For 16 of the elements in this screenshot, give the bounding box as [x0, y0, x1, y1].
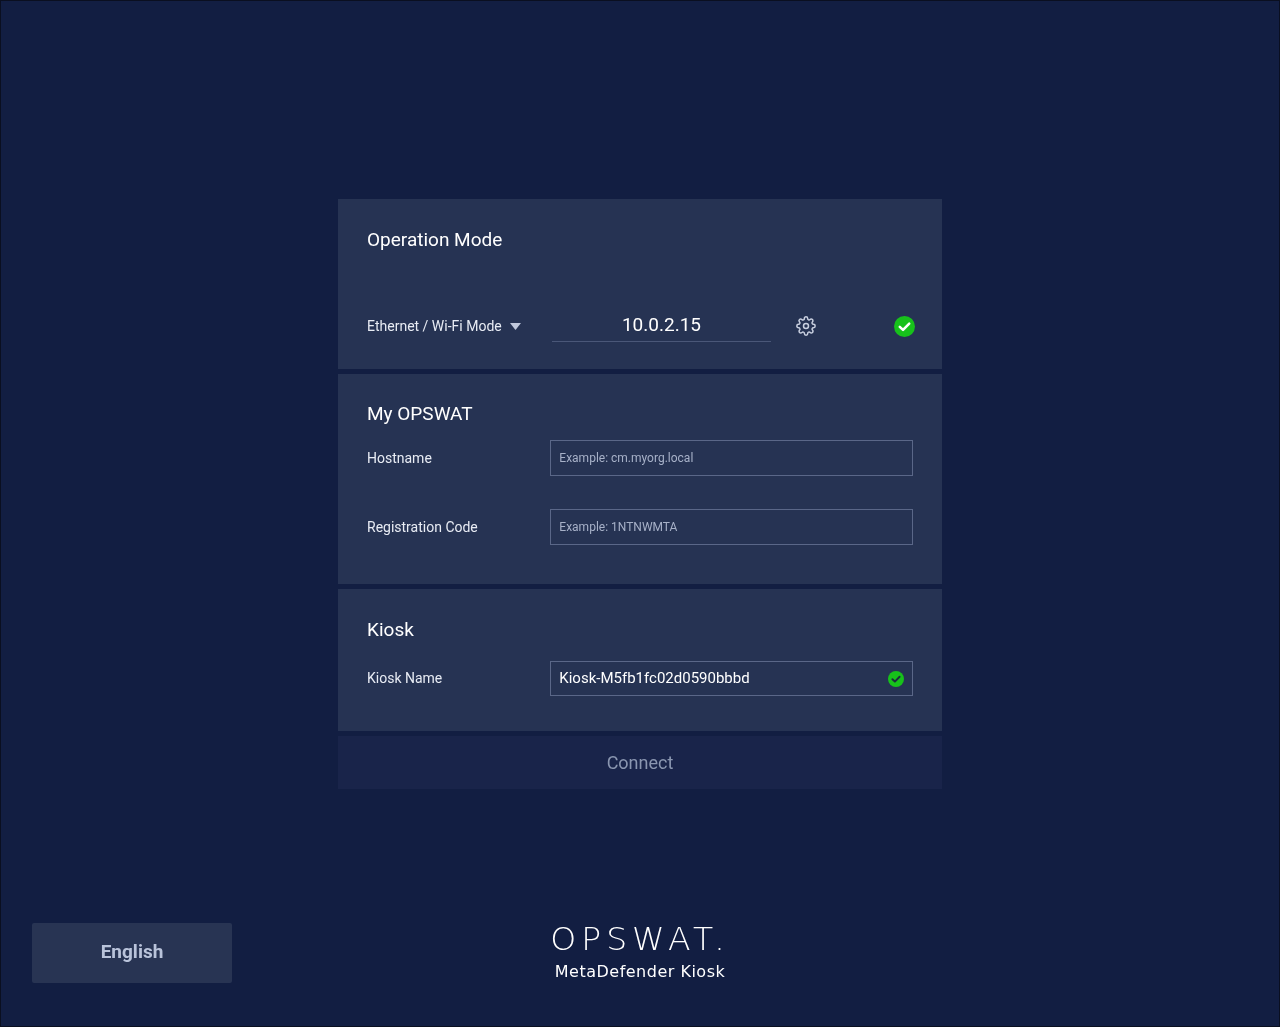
brand-logo: OPSWAT.	[550, 923, 730, 957]
ip-address-field[interactable]: 10.0.2.15	[552, 311, 771, 342]
field-label: Hostname	[367, 448, 433, 468]
field-label: Registration Code	[367, 517, 479, 537]
product-name: MetaDefender Kiosk	[554, 961, 726, 983]
language-button[interactable]: English	[32, 922, 232, 983]
section-title: My OPSWAT	[367, 401, 474, 427]
settings-icon[interactable]	[796, 316, 816, 337]
input-field[interactable]: Example: cm.myorg.local	[550, 440, 913, 476]
field-label: Kiosk Name	[367, 669, 444, 688]
section-title: Operation Mode	[367, 227, 504, 253]
mode-dropdown[interactable]: Ethernet / Wi-Fi Mode	[367, 315, 552, 337]
input-field[interactable]: Example: 1NTNWMTA	[550, 509, 913, 545]
input-field[interactable]: Kiosk-M5fb1fc02d0590bbbd	[550, 661, 913, 696]
caret-icon	[509, 322, 521, 330]
section-title: Kiosk	[367, 617, 415, 643]
